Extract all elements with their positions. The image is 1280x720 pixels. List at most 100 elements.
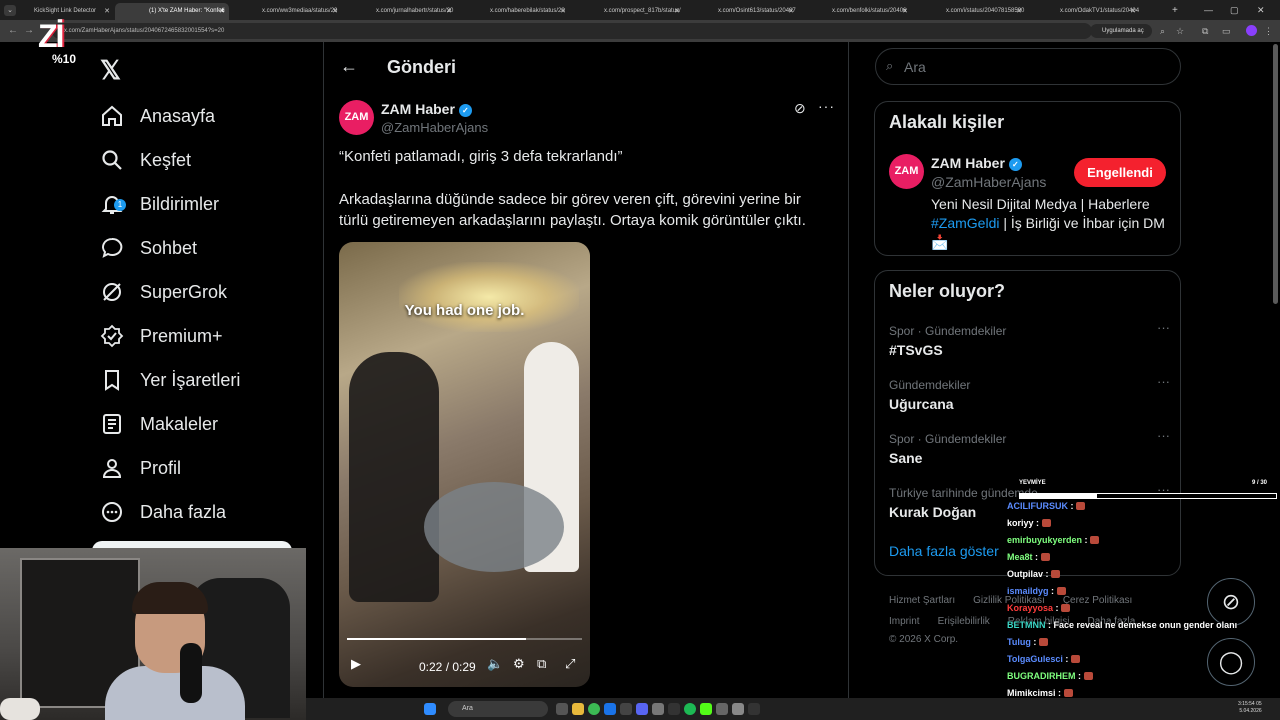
close-tab-icon[interactable]: ✕ bbox=[219, 7, 225, 15]
nav-item-makaleler[interactable]: Makaleler bbox=[100, 402, 218, 446]
new-tab-button[interactable]: + bbox=[1172, 5, 1178, 16]
chat-username[interactable]: BETMNN bbox=[1007, 620, 1046, 630]
close-tab-icon[interactable]: ✕ bbox=[1130, 7, 1136, 15]
bio-hashtag-link[interactable]: #ZamGeldi bbox=[931, 215, 999, 231]
author-handle[interactable]: @ZamHaberAjans bbox=[381, 120, 488, 135]
open-in-app-button[interactable]: Uygulamada aç bbox=[1090, 24, 1152, 38]
footer-link[interactable]: Erişilebilirlik bbox=[938, 616, 990, 627]
nav-item-keşfet[interactable]: Keşfet bbox=[100, 138, 191, 182]
start-menu-icon[interactable] bbox=[424, 703, 436, 715]
kick-icon[interactable] bbox=[700, 703, 712, 715]
chat-username[interactable]: Mea8t bbox=[1007, 552, 1033, 562]
maximize-button[interactable]: ▢ bbox=[1230, 5, 1239, 16]
profile-avatar[interactable] bbox=[1246, 25, 1257, 36]
url-field[interactable]: x.com/ZamHaberAjans/status/2040672465832… bbox=[52, 23, 1092, 39]
show-more-link[interactable]: Daha fazla göster bbox=[889, 543, 999, 559]
volume-icon[interactable]: 🔈 bbox=[487, 656, 503, 672]
chat-username[interactable]: emirbuyukyerden bbox=[1007, 535, 1082, 545]
chat-username[interactable]: Mimikcimsi bbox=[1007, 688, 1056, 698]
browser-tab[interactable]: x.com/OdakTV1/status/20404 ✕ bbox=[1026, 3, 1140, 20]
back-arrow-icon[interactable]: ← bbox=[340, 56, 358, 77]
taskbar-search[interactable]: Ara bbox=[448, 701, 548, 717]
trend-more-icon[interactable]: ··· bbox=[1157, 320, 1170, 335]
close-tab-icon[interactable]: ✕ bbox=[902, 7, 908, 15]
chat-username[interactable]: BUGRADIRHEM bbox=[1007, 671, 1076, 681]
nav-item-anasayfa[interactable]: Anasayfa bbox=[100, 94, 215, 138]
trend-item[interactable]: Spor · Gündemdekiler #TSvGS ··· bbox=[889, 320, 1170, 358]
browser-tab[interactable]: x.com/prospect_817b/status/✕ bbox=[570, 3, 684, 20]
nav-item-sohbet[interactable]: Sohbet bbox=[100, 226, 197, 270]
browser-tab[interactable]: x.com/haberebilak/status/20 ✕ bbox=[456, 3, 570, 20]
browser-tab[interactable]: (1) X'te ZAM Haber: "Konfeti ✕ bbox=[115, 3, 229, 20]
browser-tab[interactable]: x.com/ww3mediaa/status/20 ✕ bbox=[228, 3, 342, 20]
close-tab-icon[interactable]: ✕ bbox=[560, 7, 566, 15]
task-view-icon[interactable] bbox=[556, 703, 568, 715]
chat-username[interactable]: TolgaGulesci bbox=[1007, 654, 1063, 664]
system-clock[interactable]: 3:15:54 05 5.04.2026 bbox=[1238, 701, 1262, 715]
settings-gear-icon[interactable]: ⚙ bbox=[513, 656, 525, 672]
close-tab-icon[interactable]: ✕ bbox=[788, 7, 794, 15]
nav-item-supergrok[interactable]: SuperGrok bbox=[100, 270, 227, 314]
close-tab-icon[interactable]: ✕ bbox=[1016, 7, 1022, 15]
more-options-icon[interactable]: ··· bbox=[818, 98, 835, 114]
forward-nav-icon[interactable]: → bbox=[24, 25, 34, 36]
chat-username[interactable]: koriyy bbox=[1007, 518, 1034, 528]
author-name[interactable]: ZAM Haber ✓ bbox=[381, 101, 472, 117]
sidebar-icon[interactable]: ▭ bbox=[1222, 26, 1231, 37]
fullscreen-icon[interactable]: ⤢ bbox=[565, 656, 575, 672]
page-scrollbar[interactable] bbox=[1273, 44, 1278, 304]
nav-item-yer-i-şaretleri[interactable]: Yer İşaretleri bbox=[100, 358, 240, 402]
grok-icon[interactable]: ⊘ bbox=[794, 100, 806, 117]
nav-item-premium-[interactable]: Premium+ bbox=[100, 314, 223, 358]
browser-tab[interactable]: x.com/i/status/204078158590 ✕ bbox=[912, 3, 1026, 20]
discord-icon[interactable] bbox=[636, 703, 648, 715]
edge-icon[interactable] bbox=[604, 703, 616, 715]
footer-link[interactable]: Imprint bbox=[889, 616, 920, 627]
video-player[interactable]: You had one job. ▶ 0:22 / 0:29 🔈 ⚙ ⧉ ⤢ bbox=[339, 242, 590, 687]
chat-username[interactable]: Tulug bbox=[1007, 637, 1031, 647]
close-tab-icon[interactable]: ✕ bbox=[104, 7, 110, 15]
related-avatar[interactable]: ZAM bbox=[889, 154, 924, 189]
app-icon[interactable] bbox=[652, 703, 664, 715]
nav-item-bildirimler[interactable]: 1 Bildirimler bbox=[100, 182, 219, 226]
close-tab-icon[interactable]: ✕ bbox=[674, 7, 680, 15]
related-name[interactable]: ZAM Haber ✓ bbox=[931, 155, 1022, 171]
trend-more-icon[interactable]: ··· bbox=[1157, 374, 1170, 389]
close-tab-icon[interactable]: ✕ bbox=[332, 7, 338, 15]
blocked-button[interactable]: Engellendi bbox=[1074, 158, 1166, 187]
app-icon-4[interactable] bbox=[732, 703, 744, 715]
browser-tab[interactable]: x.com/Osint613/status/20407 ✕ bbox=[684, 3, 798, 20]
close-window-button[interactable]: ✕ bbox=[1257, 5, 1265, 16]
file-explorer-icon[interactable] bbox=[572, 703, 584, 715]
obs-icon[interactable] bbox=[620, 703, 632, 715]
related-handle[interactable]: @ZamHaberAjans bbox=[931, 174, 1046, 190]
chat-username[interactable]: ACILIFURSUK bbox=[1007, 501, 1068, 511]
nav-item-profil[interactable]: Profil bbox=[100, 446, 181, 490]
author-avatar[interactable]: ZAM bbox=[339, 100, 374, 135]
app-icon-3[interactable] bbox=[716, 703, 728, 715]
bookmark-star-icon[interactable]: ☆ bbox=[1176, 26, 1184, 37]
zoom-icon[interactable]: ⌕ bbox=[1160, 26, 1165, 37]
browser-tab[interactable]: x.com/benfolki/status/20406 ✕ bbox=[798, 3, 912, 20]
back-nav-icon[interactable]: ← bbox=[8, 25, 18, 36]
trend-more-icon[interactable]: ··· bbox=[1157, 428, 1170, 443]
chat-username[interactable]: Outpilav bbox=[1007, 569, 1043, 579]
chrome-icon[interactable] bbox=[588, 703, 600, 715]
app-icon-2[interactable] bbox=[668, 703, 680, 715]
trend-item[interactable]: Spor · Gündemdekiler Sane ··· bbox=[889, 428, 1170, 466]
footer-link[interactable]: Hizmet Şartları bbox=[889, 595, 955, 606]
play-icon[interactable]: ▶ bbox=[351, 656, 361, 672]
video-progress-bar[interactable] bbox=[347, 638, 582, 640]
menu-icon[interactable]: ⋮ bbox=[1264, 26, 1273, 37]
browser-tab[interactable]: x.com/jurnalhabertr/status/20 ✕ bbox=[342, 3, 456, 20]
spotify-icon[interactable] bbox=[684, 703, 696, 715]
search-input[interactable]: ⌕ Ara bbox=[875, 48, 1181, 85]
x-logo-icon[interactable]: 𝕏 bbox=[100, 55, 121, 86]
close-tab-icon[interactable]: ✕ bbox=[446, 7, 452, 15]
chat-username[interactable]: ismaildyg bbox=[1007, 586, 1049, 596]
extensions-icon[interactable]: ⧉ bbox=[1202, 26, 1208, 37]
app-icon-5[interactable] bbox=[748, 703, 760, 715]
pip-icon[interactable]: ⧉ bbox=[537, 656, 546, 672]
chat-username[interactable]: Korayyosa bbox=[1007, 603, 1053, 613]
nav-item-daha-fazla[interactable]: Daha fazla bbox=[100, 490, 226, 534]
